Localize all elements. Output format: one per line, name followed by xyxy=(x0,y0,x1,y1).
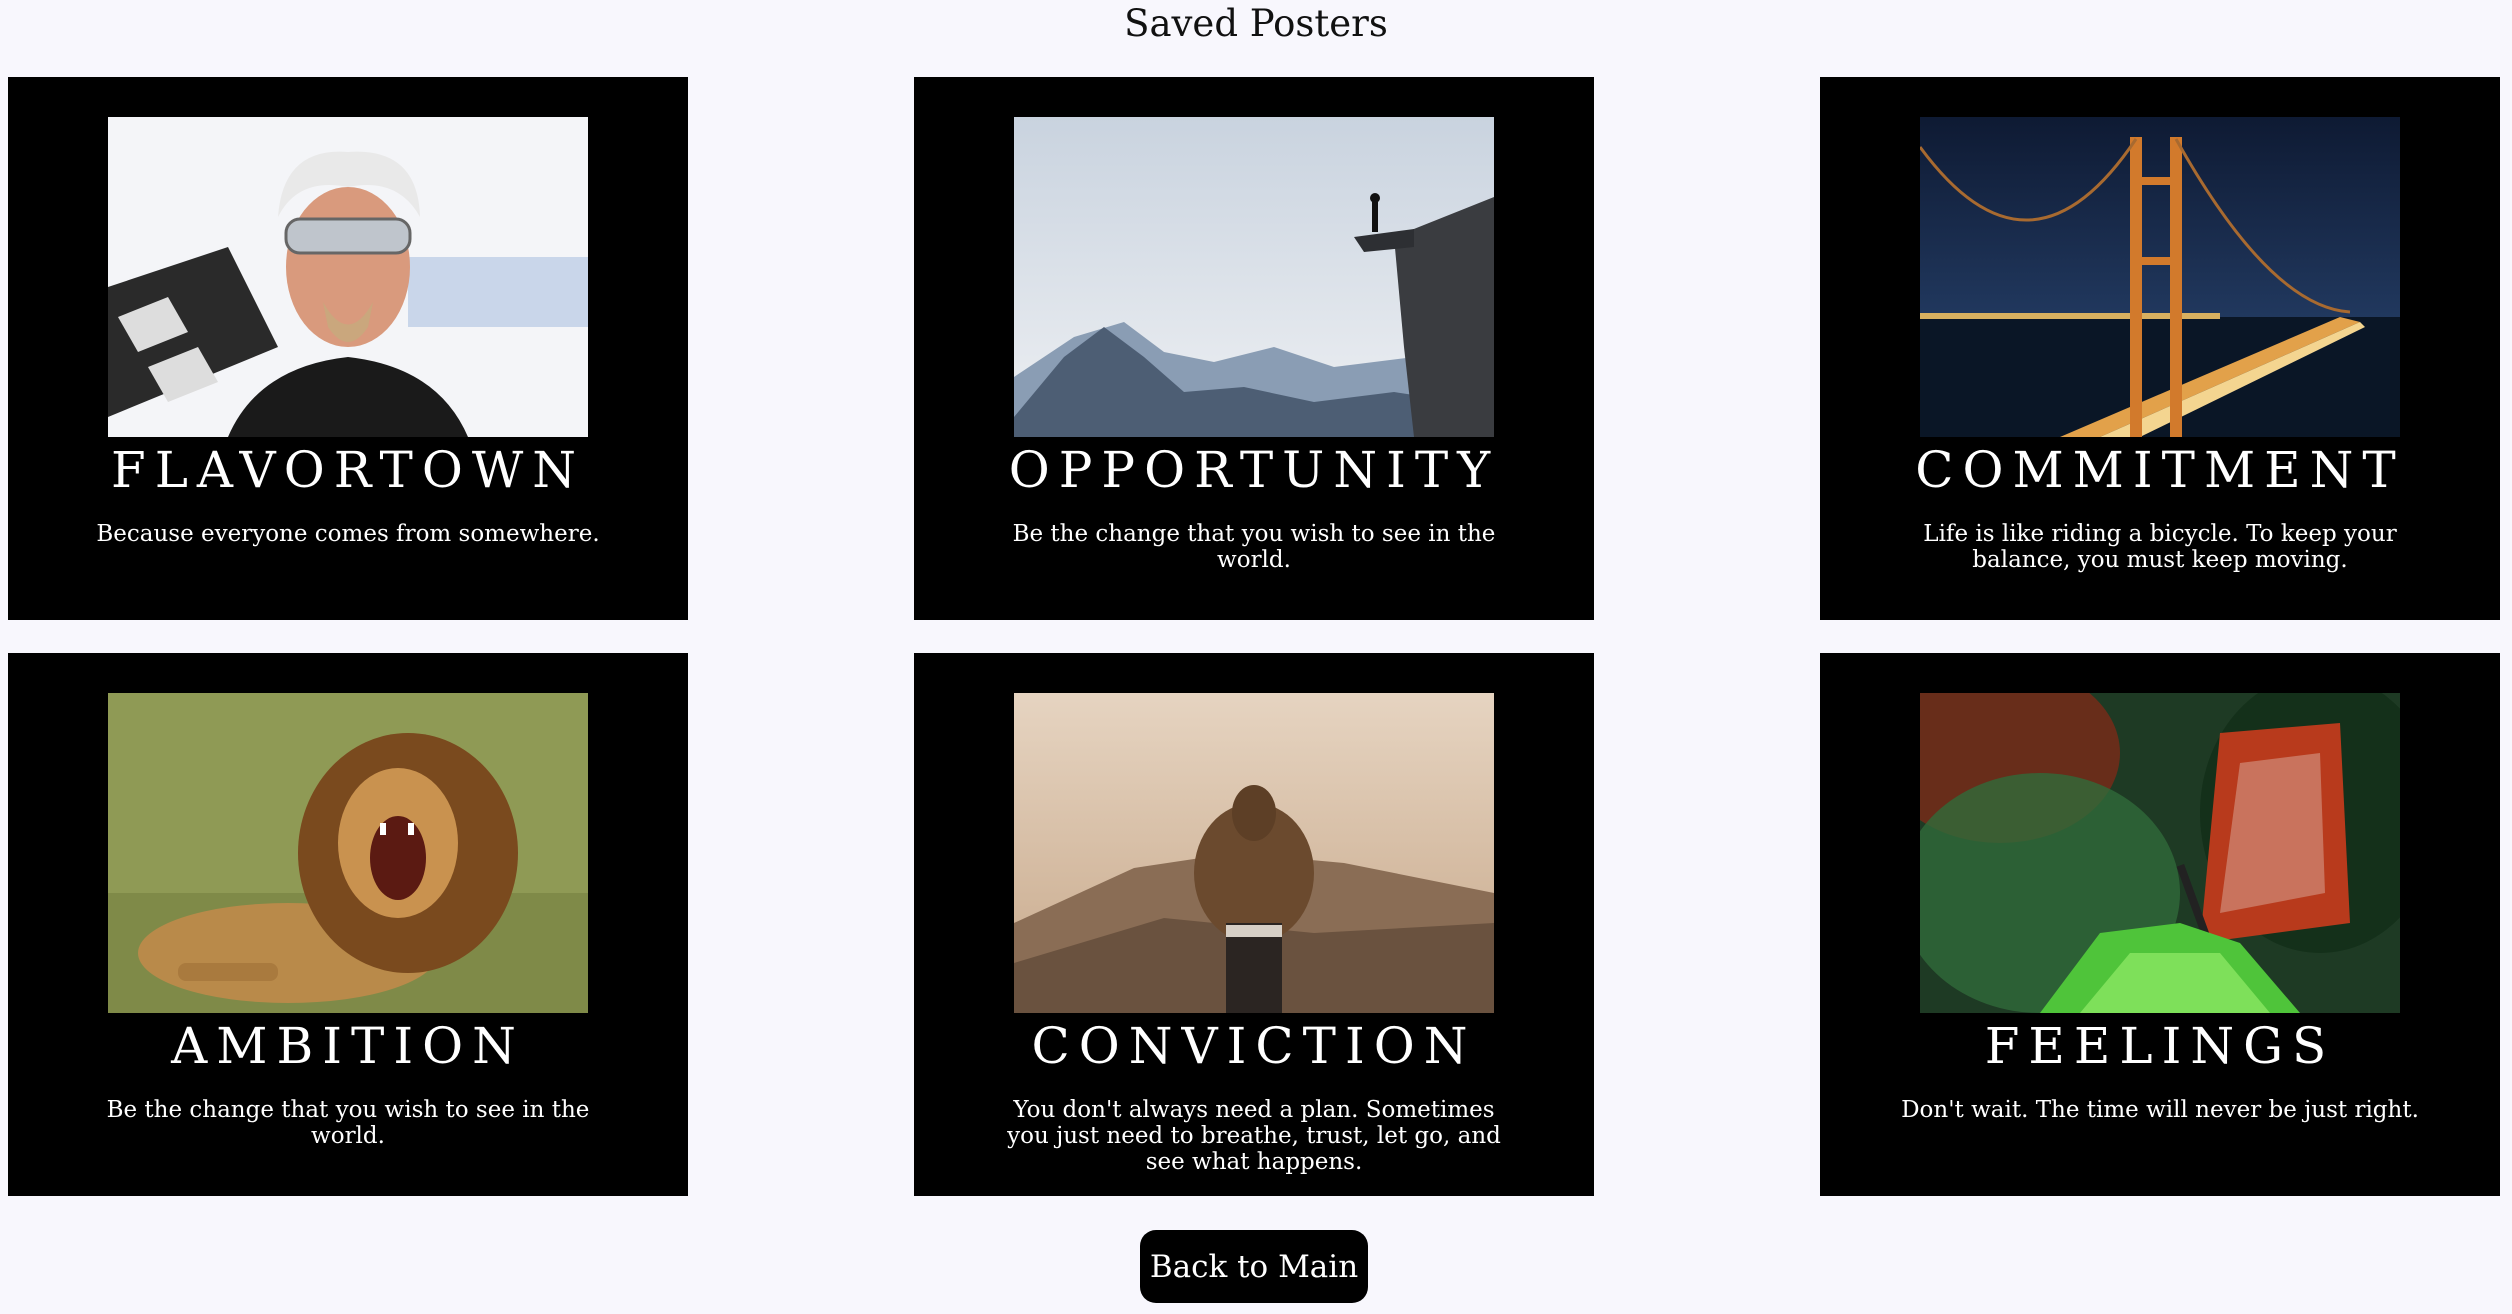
saved-poster[interactable]: COMMITMENT Life is like riding a bicycle… xyxy=(1820,77,2500,620)
poster-title: CONVICTION xyxy=(1031,1017,1477,1075)
poster-image xyxy=(1014,117,1494,437)
page-title: Saved Posters xyxy=(1124,2,1388,45)
saved-poster[interactable]: AMBITION Be the change that you wish to … xyxy=(8,653,688,1196)
person-on-cliff-photo xyxy=(1014,117,1494,437)
poster-title: FLAVORTOWN xyxy=(111,441,585,499)
poster-quote: Life is like riding a bicycle. To keep y… xyxy=(1923,521,2397,573)
butterfly-on-fern-photo xyxy=(1920,693,2400,1013)
poster-quote: Don't wait. The time will never be just … xyxy=(1901,1097,2419,1123)
saved-poster[interactable]: FLAVORTOWN Because everyone comes from s… xyxy=(8,77,688,620)
poster-image xyxy=(1920,117,2400,437)
saved-poster[interactable]: OPPORTUNITY Be the change that you wish … xyxy=(914,77,1594,620)
golden-gate-bridge-night-photo xyxy=(1920,117,2400,437)
poster-title: FEELINGS xyxy=(1984,1017,2336,1075)
poster-image xyxy=(108,117,588,437)
poster-quote: Be the change that you wish to see in th… xyxy=(106,1097,590,1149)
hooded-person-mountains-photo xyxy=(1014,693,1494,1013)
poster-image xyxy=(1014,693,1494,1013)
poster-image xyxy=(108,693,588,1013)
poster-quote: You don't always need a plan. Sometimes … xyxy=(1007,1097,1501,1175)
poster-quote: Be the change that you wish to see in th… xyxy=(1012,521,1496,573)
poster-title: COMMITMENT xyxy=(1915,441,2405,499)
roaring-lion-photo xyxy=(108,693,588,1013)
back-to-main-button[interactable]: Back to Main xyxy=(1140,1230,1368,1303)
poster-title: OPPORTUNITY xyxy=(1008,441,1500,499)
saved-poster[interactable]: CONVICTION You don't always need a plan.… xyxy=(914,653,1594,1196)
saved-poster[interactable]: FEELINGS Don't wait. The time will never… xyxy=(1820,653,2500,1196)
man-with-sunglasses-photo xyxy=(108,117,588,437)
poster-title: AMBITION xyxy=(171,1017,525,1075)
poster-image xyxy=(1920,693,2400,1013)
poster-quote: Because everyone comes from somewhere. xyxy=(96,521,600,547)
